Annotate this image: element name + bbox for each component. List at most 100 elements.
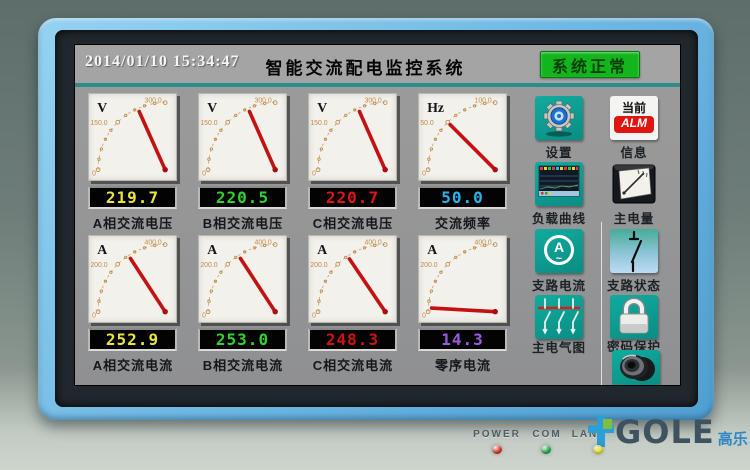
svg-text:0: 0 xyxy=(422,313,426,320)
branch-current-button[interactable]: A ~ 支路电流 xyxy=(535,229,583,273)
svg-text:300.0: 300.0 xyxy=(145,98,162,105)
value-display: 50.0 xyxy=(418,186,507,209)
alarm-icon-caption: 当前 xyxy=(610,99,658,116)
gauge-label: B相交流电流 xyxy=(198,355,288,374)
svg-text:400.0: 400.0 xyxy=(255,240,272,247)
svg-text:50.0: 50.0 xyxy=(420,120,434,127)
gauge-label: B相交流电压 xyxy=(198,213,288,232)
value-display: 220.7 xyxy=(308,186,397,209)
gauge-label: C相交流电流 xyxy=(308,355,398,374)
hmi-screen: 2014/01/10 15:34:47 智能交流配电监控系统 系统正常 V 15… xyxy=(74,44,681,386)
alarm-info-icon: 当前 ALM xyxy=(610,96,658,140)
gear-icon xyxy=(535,96,583,140)
main-energy-label: 主电量 xyxy=(601,208,667,227)
gauge-label: 零序电流 xyxy=(418,355,508,374)
svg-text:400.0: 400.0 xyxy=(145,240,162,247)
brand-name: GOLE xyxy=(615,412,715,452)
system-status-badge[interactable]: 系统正常 xyxy=(540,51,640,78)
breaker-icon xyxy=(610,229,658,273)
settings-button[interactable]: 设置 xyxy=(535,96,583,140)
value-display: 252.9 xyxy=(88,328,177,351)
brand-mark-icon xyxy=(588,416,615,448)
svg-text:200.0: 200.0 xyxy=(310,262,327,269)
camera-lens-icon xyxy=(612,350,660,386)
svg-text:0: 0 xyxy=(202,171,206,178)
gauge-label: 交流频率 xyxy=(418,213,508,232)
gauge-3: V 150.0 300.0 0 220.7 C相交流电压 xyxy=(308,93,398,232)
gauge-7: A 200.0 400.0 0 248.3 C相交流电流 xyxy=(308,235,398,374)
svg-text:0: 0 xyxy=(92,313,96,320)
analog-dial: Hz 50.0 100.0 0 xyxy=(418,93,507,181)
gauge-label: A相交流电流 xyxy=(88,355,178,374)
password-button[interactable]: 密码保护 xyxy=(610,295,658,339)
svg-text:300.0: 300.0 xyxy=(255,98,272,105)
svg-text:200.0: 200.0 xyxy=(420,262,437,269)
photo-background: 2014/01/10 15:34:47 智能交流配电监控系统 系统正常 V 15… xyxy=(0,0,750,470)
value-display: 248.3 xyxy=(308,328,397,351)
camera-lens-button[interactable] xyxy=(612,350,660,386)
gauge-8: A 200.0 400.0 0 14.3 零序电流 xyxy=(418,235,508,374)
svg-text:100.0: 100.0 xyxy=(475,98,492,105)
svg-text:400.0: 400.0 xyxy=(475,240,492,247)
panel-divider xyxy=(601,222,602,386)
main-diagram-button[interactable]: 主电气图 xyxy=(535,295,583,339)
svg-text:V: V xyxy=(317,100,327,115)
load-curve-label: 负载曲线 xyxy=(526,208,592,227)
svg-text:150.0: 150.0 xyxy=(310,120,327,127)
brand-logo: GOLE 高乐 xyxy=(588,412,748,460)
svg-text:0: 0 xyxy=(92,171,96,178)
gauge-label: A相交流电压 xyxy=(88,213,178,232)
analog-dial: V 150.0 300.0 0 xyxy=(88,93,177,181)
value-display: 219.7 xyxy=(88,186,177,209)
lan-led xyxy=(593,445,603,454)
analog-dial: A 200.0 400.0 0 xyxy=(308,235,397,323)
svg-text:150.0: 150.0 xyxy=(200,120,217,127)
svg-text:0: 0 xyxy=(312,171,316,178)
screen-bezel: 2014/01/10 15:34:47 智能交流配电监控系统 系统正常 V 15… xyxy=(55,30,698,407)
brand-name-cn: 高乐 xyxy=(718,428,748,449)
alarm-info-label: 信息 xyxy=(601,142,667,161)
analog-dial: A 200.0 400.0 0 xyxy=(418,235,507,323)
lock-icon xyxy=(610,295,658,339)
svg-text:0: 0 xyxy=(422,171,426,178)
analog-dial: A 200.0 400.0 0 xyxy=(88,235,177,323)
gauge-6: A 200.0 400.0 0 253.0 B相交流电流 xyxy=(198,235,288,374)
analog-dial: V 150.0 300.0 0 xyxy=(308,93,397,181)
svg-text:Hz: Hz xyxy=(427,100,444,115)
alm-badge: ALM xyxy=(614,116,654,133)
svg-text:V: V xyxy=(97,100,107,115)
com-led xyxy=(541,445,551,454)
value-display: 14.3 xyxy=(418,328,507,351)
svg-text:0: 0 xyxy=(202,313,206,320)
power-led xyxy=(492,445,502,454)
branch-current-icon: A ~ xyxy=(535,229,583,273)
led-label-com: COM xyxy=(527,429,567,440)
main-diagram-label: 主电气图 xyxy=(526,337,592,356)
svg-text:200.0: 200.0 xyxy=(200,262,217,269)
svg-text:200.0: 200.0 xyxy=(90,262,107,269)
top-bar: 2014/01/10 15:34:47 智能交流配电监控系统 系统正常 xyxy=(75,45,680,83)
svg-text:150.0: 150.0 xyxy=(90,120,107,127)
load-curve-icon xyxy=(535,162,583,206)
analog-dial: A 200.0 400.0 0 xyxy=(198,235,287,323)
main-energy-button[interactable]: 主电量 xyxy=(610,162,658,206)
svg-text:A: A xyxy=(427,242,437,257)
alarm-info-button[interactable]: 当前 ALM 信息 xyxy=(610,96,658,140)
value-display: 220.5 xyxy=(198,186,287,209)
gauge-4: Hz 50.0 100.0 0 50.0 交流频率 xyxy=(418,93,508,232)
load-curve-button[interactable]: 负载曲线 xyxy=(535,162,583,206)
value-display: 253.0 xyxy=(198,328,287,351)
svg-text:A: A xyxy=(207,242,217,257)
analog-dial: V 150.0 300.0 0 xyxy=(198,93,287,181)
svg-text:A: A xyxy=(317,242,327,257)
main-diagram-icon xyxy=(535,295,583,339)
header-divider xyxy=(75,83,680,87)
hmi-device-frame: 2014/01/10 15:34:47 智能交流配电监控系统 系统正常 V 15… xyxy=(38,18,714,420)
svg-text:A: A xyxy=(97,242,107,257)
ampere-symbol: A ~ xyxy=(544,235,574,265)
gauge-2: V 150.0 300.0 0 220.5 B相交流电压 xyxy=(198,93,288,232)
branch-status-button[interactable]: 支路状态 xyxy=(610,229,658,273)
led-label-power: POWER xyxy=(470,429,524,440)
svg-text:V: V xyxy=(207,100,217,115)
svg-text:0: 0 xyxy=(312,313,316,320)
